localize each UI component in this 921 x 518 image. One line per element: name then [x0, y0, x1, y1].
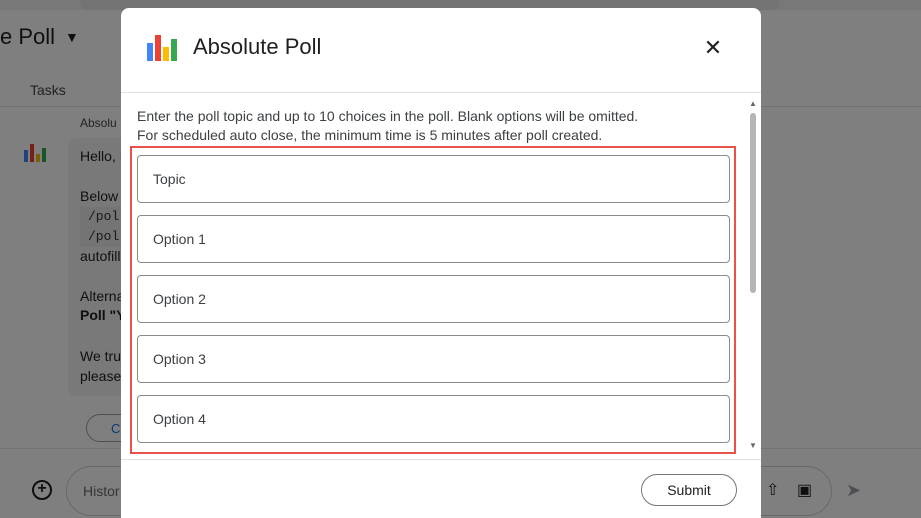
poll-dialog: Absolute Poll ✕ Enter the poll topic and…	[121, 8, 761, 518]
dialog-body: Enter the poll topic and up to 10 choice…	[121, 93, 761, 459]
poll-logo-icon	[147, 35, 177, 61]
option-4-field[interactable]	[137, 395, 730, 443]
dialog-description: Enter the poll topic and up to 10 choice…	[137, 107, 638, 145]
submit-button[interactable]: Submit	[641, 474, 737, 506]
topic-field[interactable]	[137, 155, 730, 203]
option-2-field[interactable]	[137, 275, 730, 323]
scrollbar[interactable]: ▲ ▼	[747, 93, 759, 459]
description-line: For scheduled auto close, the minimum ti…	[137, 127, 603, 143]
option-1-input[interactable]	[138, 216, 729, 262]
option-4-input[interactable]	[138, 396, 729, 442]
dialog-title: Absolute Poll	[193, 34, 322, 59]
dialog-header: Absolute Poll ✕	[121, 8, 761, 92]
scrollbar-thumb[interactable]	[750, 113, 756, 293]
description-line: Enter the poll topic and up to 10 choice…	[137, 108, 639, 124]
scroll-down-icon[interactable]: ▼	[749, 441, 757, 450]
topic-input[interactable]	[138, 156, 729, 202]
option-3-field[interactable]	[137, 335, 730, 383]
option-2-input[interactable]	[138, 276, 729, 322]
option-3-input[interactable]	[138, 336, 729, 382]
close-icon[interactable]: ✕	[701, 36, 725, 60]
option-1-field[interactable]	[137, 215, 730, 263]
footer-separator	[121, 459, 761, 460]
scroll-up-icon[interactable]: ▲	[749, 99, 757, 108]
